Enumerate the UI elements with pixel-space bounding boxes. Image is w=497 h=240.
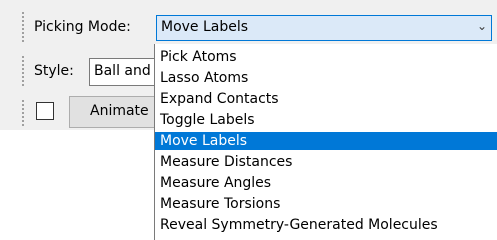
- dropdown-option-pick-atoms[interactable]: Pick Atoms: [155, 48, 497, 66]
- dropdown-option-toggle-labels[interactable]: Toggle Labels: [155, 111, 497, 129]
- toolbar-grip-handle[interactable]: [20, 100, 26, 126]
- dropdown-option-measure-distances[interactable]: Measure Distances: [155, 153, 497, 171]
- dropdown-option-measure-torsions[interactable]: Measure Torsions: [155, 195, 497, 213]
- picking-mode-dropdown-list: Pick Atoms Lasso Atoms Expand Contacts T…: [154, 44, 497, 240]
- picking-mode-select[interactable]: Move Labels ⌄: [156, 15, 492, 41]
- dropdown-option-expand-contacts[interactable]: Expand Contacts: [155, 90, 497, 108]
- style-value: Ball and: [94, 63, 151, 79]
- chevron-down-icon[interactable]: ⌄: [477, 19, 487, 33]
- dropdown-option-reveal-symmetry-generated-molecules[interactable]: Reveal Symmetry-Generated Molecules: [155, 216, 497, 234]
- picking-mode-value: Move Labels: [161, 19, 249, 35]
- toolbar-grip-handle[interactable]: [20, 12, 26, 42]
- picking-mode-label: Picking Mode:: [34, 19, 131, 35]
- dropdown-option-measure-angles[interactable]: Measure Angles: [155, 174, 497, 192]
- style-label: Style:: [34, 63, 74, 79]
- animate-button-label: Animate: [90, 103, 149, 119]
- dropdown-option-lasso-atoms[interactable]: Lasso Atoms: [155, 69, 497, 87]
- dropdown-option-move-labels[interactable]: Move Labels: [155, 132, 497, 150]
- toolbar-grip-handle[interactable]: [20, 56, 26, 86]
- animate-checkbox[interactable]: [36, 102, 54, 120]
